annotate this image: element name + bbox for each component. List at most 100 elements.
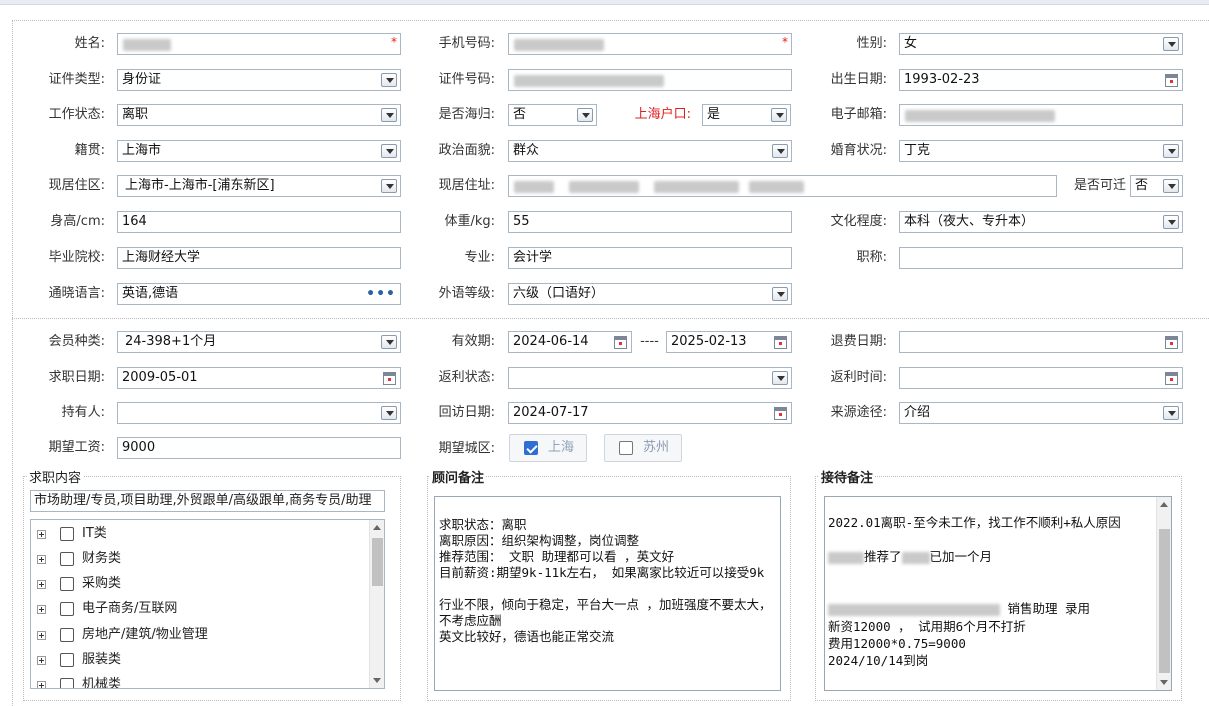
scroll-down-icon[interactable] [373,678,381,683]
marital-select[interactable]: 丁克 [899,140,1183,162]
chevron-down-icon[interactable] [577,108,593,122]
checkbox-checked-icon[interactable] [524,441,538,455]
chevron-down-icon[interactable] [772,371,788,385]
expand-icon[interactable] [37,656,46,665]
visit-date-field[interactable]: 2024-07-17 [508,402,792,424]
calendar-icon[interactable] [774,336,787,349]
chevron-down-icon[interactable] [1163,406,1179,420]
chevron-down-icon[interactable] [381,108,397,122]
expand-icon[interactable] [37,681,46,688]
scroll-up-icon[interactable] [1160,502,1168,507]
title-field[interactable] [899,247,1183,269]
advisor-notes-title: 顾问备注 [430,467,487,486]
valid-from-field[interactable]: 2024-06-14 [508,331,632,353]
calendar-icon[interactable] [614,336,627,349]
checkbox-icon[interactable] [60,527,74,541]
birthday-field[interactable]: 1993-02-23 [899,69,1183,91]
relocatable-select[interactable]: 否 [1130,175,1183,197]
checkbox-icon[interactable] [60,653,74,667]
holder-label: 持有人: [61,405,105,420]
political-select[interactable]: 群众 [508,140,792,162]
scroll-up-icon[interactable] [373,525,381,530]
reception-notes-textarea[interactable]: 2022.01离职-至今未工作，找工作不顺利+私人原因 推荐了 已加一个月 销售助… [824,496,1172,691]
tree-scrollbar[interactable] [369,520,384,688]
reception-scrollbar[interactable] [1156,497,1171,690]
birthday-value: 1993-02-23 [904,72,980,87]
chevron-down-icon[interactable] [1163,37,1179,51]
advisor-notes-textarea[interactable]: 求职状态：离职 离职原因：组织架构调整，岗位调整 推荐范围： 文职 助理都可以看… [434,496,781,691]
native-place-select[interactable]: 上海市 [117,140,401,162]
checkbox-icon[interactable] [60,678,74,688]
checkbox-icon[interactable] [60,602,74,616]
name-field[interactable]: * [117,33,401,55]
valid-from-value: 2024-06-14 [513,334,589,349]
id-number-field[interactable] [508,69,792,91]
chevron-down-icon[interactable] [381,335,397,349]
visit-date-value: 2024-07-17 [513,405,589,420]
reception-line-1: 2022.01离职-至今未工作，找工作不顺利+私人原因 [828,515,1121,530]
expand-icon[interactable] [37,631,46,640]
chevron-down-icon[interactable] [381,73,397,87]
returnee-select[interactable]: 否 [508,104,597,126]
phone-field[interactable]: * [508,33,792,55]
calendar-icon[interactable] [1165,336,1178,349]
member-type-select[interactable]: 24-398+1个月 [117,331,401,353]
residence-area-select[interactable]: 上海市-上海市-[浦东新区] [117,175,401,197]
calendar-icon[interactable] [383,372,396,385]
chevron-down-icon[interactable] [772,144,788,158]
email-label: 电子邮箱: [830,107,887,122]
job-category-tree[interactable]: IT类 财务类 采购类 电子商务/互联网 房地产/建筑/物业管理 服装类 机械类 [30,519,385,689]
job-date-field[interactable]: 2009-05-01 [117,367,401,389]
salary-field[interactable]: 9000 [117,437,401,459]
shanghai-hukou-select[interactable]: 是 [702,104,791,126]
refund-date-field[interactable] [899,331,1183,353]
scroll-down-icon[interactable] [1160,680,1168,685]
source-select[interactable]: 介绍 [899,402,1183,424]
job-content-summary[interactable]: 市场助理/专员,项目助理,外贸跟单/高级跟单,商务专员/助理 [30,490,385,512]
checkbox-icon[interactable] [60,577,74,591]
expand-icon[interactable] [37,555,46,564]
expand-icon[interactable] [37,530,46,539]
rebate-status-select[interactable] [508,367,792,389]
calendar-icon[interactable] [774,407,787,420]
languages-field[interactable]: 英语,德语 ••• [117,283,401,305]
chevron-down-icon[interactable] [1163,144,1179,158]
weight-field[interactable]: 55 [508,211,792,233]
lang-level-select[interactable]: 六级（口语好） [508,283,792,305]
chevron-down-icon[interactable] [381,406,397,420]
calendar-icon[interactable] [1165,74,1178,87]
chevron-down-icon[interactable] [771,108,787,122]
height-value: 164 [122,214,147,229]
scrollbar-thumb[interactable] [372,538,383,586]
rebate-time-field[interactable] [899,367,1183,389]
checkbox-unchecked-icon[interactable] [619,441,633,455]
calendar-icon[interactable] [1165,372,1178,385]
chevron-down-icon[interactable] [772,287,788,301]
checkbox-icon[interactable] [60,552,74,566]
reception-line-5: 费用12000*0.75=9000 [828,636,966,651]
id-type-select[interactable]: 身份证 [117,69,401,91]
city-option-shanghai[interactable]: 上海 [509,434,587,462]
education-select[interactable]: 本科（夜大、专升本） [899,211,1183,233]
gender-select[interactable]: 女 [899,33,1183,55]
school-field[interactable]: 上海财经大学 [117,247,401,269]
more-options-icon[interactable]: ••• [366,284,396,304]
checkbox-icon[interactable] [60,628,74,642]
major-field[interactable]: 会计学 [508,247,792,269]
city-option-suzhou[interactable]: 苏州 [604,434,682,462]
expand-icon[interactable] [37,605,46,614]
holder-select[interactable] [117,402,401,424]
chevron-down-icon[interactable] [381,144,397,158]
valid-to-field[interactable]: 2025-02-13 [666,331,792,353]
email-field[interactable] [899,104,1183,126]
residence-address-field[interactable] [508,175,1057,197]
expand-icon[interactable] [37,580,46,589]
native-place-value: 上海市 [122,143,162,158]
scrollbar-thumb[interactable] [1159,529,1170,673]
work-status-select[interactable]: 离职 [117,104,401,126]
chevron-down-icon[interactable] [1163,179,1179,193]
chevron-down-icon[interactable] [1163,215,1179,229]
height-field[interactable]: 164 [117,211,401,233]
tree-item-label: 财务类 [82,551,122,566]
chevron-down-icon[interactable] [381,179,397,193]
